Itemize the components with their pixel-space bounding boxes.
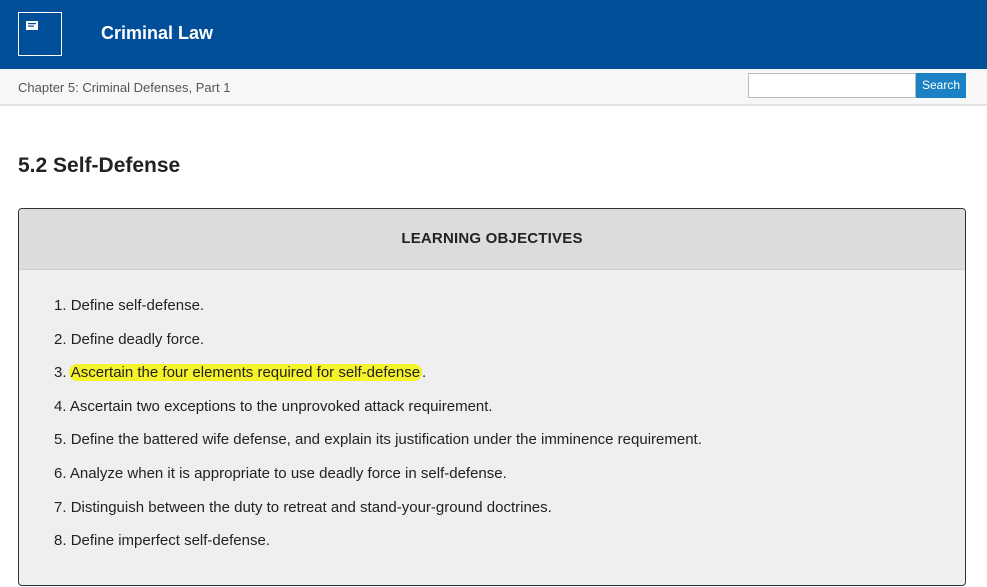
- learning-objectives-box: LEARNING OBJECTIVES 1. Define self-defen…: [18, 208, 966, 586]
- objective-number: 7.: [54, 498, 67, 516]
- objective-number: 5.: [54, 431, 67, 449]
- search-input[interactable]: [748, 73, 916, 98]
- objective-text: Define deadly force.: [70, 330, 205, 348]
- book-logo-icon: [26, 21, 38, 30]
- book-logo[interactable]: [18, 12, 62, 56]
- objective-item: 2. Define deadly force.: [54, 328, 934, 362]
- objective-item: 4. Ascertain two exceptions to the unpro…: [54, 395, 934, 429]
- objective-item: 1. Define self-defense.: [54, 294, 934, 328]
- objective-number: 4.: [54, 397, 67, 415]
- objective-text-highlighted: Ascertain the four elements required for…: [68, 364, 423, 382]
- learning-objectives-heading: LEARNING OBJECTIVES: [19, 209, 965, 270]
- objectives-list: 1. Define self-defense. 2. Define deadly …: [54, 294, 934, 563]
- book-title[interactable]: Criminal Law: [101, 22, 213, 44]
- objective-text: Analyze when it is appropriate to use de…: [69, 464, 507, 482]
- objective-suffix: .: [422, 364, 427, 382]
- objective-number: 3.: [54, 364, 67, 382]
- objective-text: Define imperfect self-defense.: [70, 532, 270, 550]
- objective-number: 8.: [54, 532, 67, 550]
- objective-item: 6. Analyze when it is appropriate to use…: [54, 462, 934, 496]
- chapter-breadcrumb[interactable]: Chapter 5: Criminal Defenses, Part 1: [18, 80, 230, 96]
- objective-number: 2.: [54, 330, 67, 348]
- objective-text: Ascertain two exceptions to the unprovok…: [69, 397, 493, 415]
- objective-text: Define self-defense.: [70, 297, 205, 314]
- objective-number: 1.: [54, 297, 67, 314]
- objective-item: 8. Define imperfect self-defense.: [54, 529, 934, 563]
- objective-number: 6.: [54, 464, 67, 482]
- chapter-bar: Chapter 5: Criminal Defenses, Part 1 Sea…: [0, 69, 987, 106]
- objective-text: Define the battered wife defense, and ex…: [70, 431, 702, 449]
- top-header-bar: Criminal Law: [0, 0, 987, 69]
- objective-text: Distinguish between the duty to retreat …: [70, 498, 552, 516]
- objective-item: 3. Ascertain the four elements required …: [54, 361, 934, 395]
- objective-item: 5. Define the battered wife defense, and…: [54, 428, 934, 462]
- objective-item: 7. Distinguish between the duty to retre…: [54, 496, 934, 530]
- section-title: 5.2 Self-Defense: [18, 154, 181, 177]
- search-button[interactable]: Search: [916, 73, 966, 98]
